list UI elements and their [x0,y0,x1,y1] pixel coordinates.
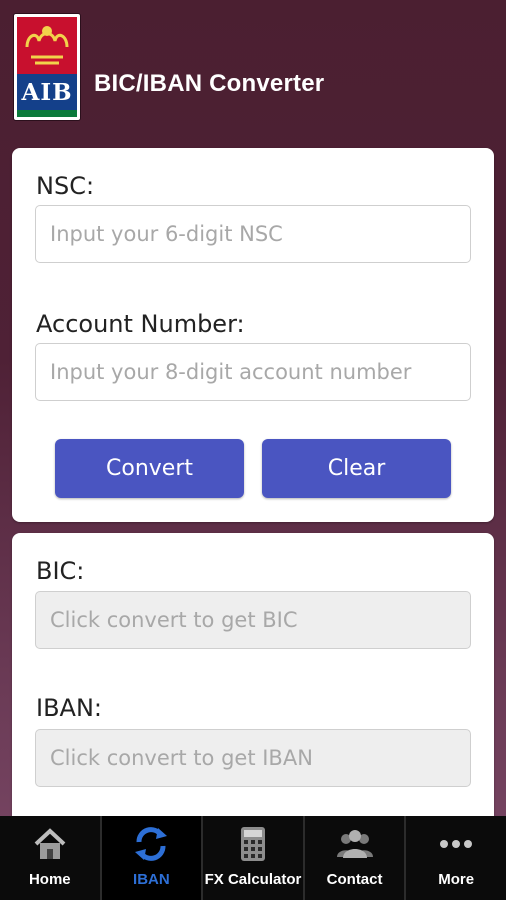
convert-button[interactable]: Convert [55,439,244,498]
tab-fx-calculator-label: FX Calculator [204,871,302,888]
tab-contact-label: Contact [326,871,383,888]
iban-output: Click convert to get IBAN [35,729,471,787]
app-title: BIC/IBAN Converter [94,70,325,97]
input-card: NSC: Account Number: Convert Clear [12,148,494,522]
calculator-icon [233,824,273,864]
iban-label: IBAN: [36,694,102,722]
tab-iban-label: IBAN [133,871,170,888]
tab-home[interactable]: Home [0,816,102,900]
logo-text: AIB [17,74,77,110]
refresh-icon [131,824,171,864]
tab-home-label: Home [28,871,71,888]
bic-label: BIC: [36,557,85,585]
bic-output: Click convert to get BIC [35,591,471,649]
account-number-input[interactable] [35,343,471,401]
aib-logo: AIB [14,14,80,120]
nsc-label: NSC: [36,172,95,200]
bottom-tab-bar: Home IBAN FX Calculator Contact More [0,816,506,900]
logo-stripe [17,110,77,117]
account-number-label: Account Number: [36,310,245,338]
results-card: BIC: Click convert to get BIC IBAN: Clic… [12,533,494,833]
logo-emblem [17,17,77,74]
clear-button[interactable]: Clear [262,439,451,498]
contacts-icon [335,824,375,864]
nsc-input[interactable] [35,205,471,263]
app-header: AIB BIC/IBAN Converter [0,0,506,135]
tab-more[interactable]: More [406,816,506,900]
tab-fx-calculator[interactable]: FX Calculator [203,816,305,900]
more-icon [436,824,476,864]
home-icon [30,824,70,864]
tab-more-label: More [438,871,475,888]
tab-iban[interactable]: IBAN [101,816,204,900]
tab-contact[interactable]: Contact [305,816,407,900]
